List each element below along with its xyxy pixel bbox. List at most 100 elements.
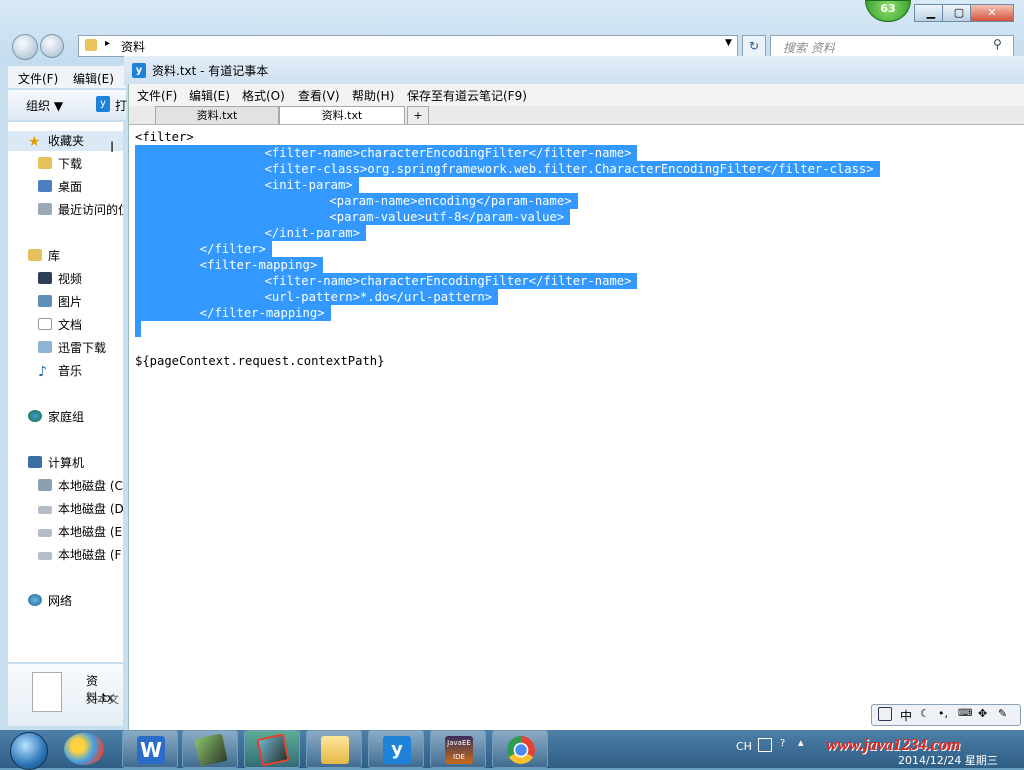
language-indicator[interactable]: CH bbox=[736, 740, 752, 753]
recent-places-icon bbox=[38, 203, 52, 215]
nav-libraries[interactable]: 库 bbox=[28, 246, 60, 266]
ime-tray-icon[interactable] bbox=[758, 738, 772, 752]
close-button[interactable]: ✕ bbox=[970, 4, 1014, 22]
nav-label: 文档 bbox=[58, 318, 83, 332]
video-icon bbox=[38, 272, 52, 284]
line-text: </init-param> bbox=[264, 225, 360, 241]
nav-music[interactable]: ♪ 音乐 bbox=[38, 361, 82, 381]
youdao-icon: y bbox=[96, 96, 110, 112]
punctuation-icon[interactable]: •, bbox=[938, 707, 948, 720]
clock-date[interactable]: 2014/12/24 星期三 bbox=[898, 752, 998, 768]
nav-xunlei[interactable]: 迅雷下载 bbox=[38, 338, 106, 358]
nav-disk-e[interactable]: 本地磁盘 (E bbox=[38, 522, 122, 542]
nav-homegroup[interactable]: 家庭组 bbox=[28, 407, 84, 427]
nav-network[interactable]: 网络 bbox=[28, 591, 72, 611]
line-text: <init-param> bbox=[264, 177, 353, 193]
taskbar-app-youdao[interactable]: y bbox=[368, 730, 424, 768]
menu-edit[interactable]: 编辑(E) bbox=[73, 70, 114, 87]
taskbar-app-javaee[interactable]: JavaEE IDE bbox=[430, 730, 486, 768]
selection-eol bbox=[564, 209, 571, 225]
xunlei-icon bbox=[38, 341, 52, 353]
details-filetype: 文本文 bbox=[86, 693, 119, 706]
details-pane: 资料.tx 文本文 bbox=[8, 664, 123, 726]
pinned-color-icon[interactable] bbox=[64, 733, 104, 765]
nav-computer[interactable]: 计算机 bbox=[28, 453, 84, 473]
back-button[interactable] bbox=[12, 34, 38, 60]
taskbar-app-terminal[interactable] bbox=[182, 730, 238, 768]
menu-save-cloud[interactable]: 保存至有道云笔记(F9) bbox=[407, 87, 527, 104]
nav-pictures[interactable]: 图片 bbox=[38, 292, 82, 312]
tray-expand-icon[interactable]: ▴ bbox=[798, 736, 804, 749]
selection-eol bbox=[873, 161, 880, 177]
menu-format[interactable]: 格式(O) bbox=[242, 87, 285, 104]
nav-label: 家庭组 bbox=[48, 410, 85, 424]
nav-label: 桌面 bbox=[58, 180, 83, 194]
line-text: <filter-name>characterEncodingFilter</fi… bbox=[264, 273, 632, 289]
menu-file[interactable]: 文件(F) bbox=[18, 70, 58, 87]
nav-videos[interactable]: 视频 bbox=[38, 269, 82, 289]
ime-logo-icon[interactable] bbox=[878, 707, 892, 721]
nav-documents[interactable]: 文档 bbox=[38, 315, 82, 335]
selection-eol bbox=[352, 177, 359, 193]
search-placeholder: 搜索 资料 bbox=[783, 41, 835, 55]
tab-file-2-active[interactable]: 资料.txt bbox=[279, 106, 405, 124]
text-editor[interactable]: <filter> <filter-name>characterEncodingFi… bbox=[129, 125, 1024, 730]
keyboard-icon[interactable]: ⌨ bbox=[958, 708, 972, 719]
nav-label: 最近访问的位 bbox=[58, 203, 123, 217]
nav-disk-d[interactable]: 本地磁盘 (D bbox=[38, 499, 123, 519]
text-cursor-icon: I bbox=[110, 140, 115, 156]
start-button[interactable] bbox=[0, 730, 60, 770]
nav-recent[interactable]: 最近访问的位 bbox=[38, 200, 123, 220]
menu-view[interactable]: 查看(V) bbox=[298, 87, 340, 104]
download-folder-icon bbox=[38, 157, 52, 169]
taskbar-app-active[interactable] bbox=[244, 730, 300, 768]
settings-wrench-icon[interactable]: ✎ bbox=[998, 707, 1007, 720]
nav-disk-c[interactable]: 本地磁盘 (C bbox=[38, 476, 123, 496]
address-bar[interactable]: ▸ 资料 ▼ bbox=[78, 35, 738, 57]
notepad-title: 资料.txt - 有道记事本 bbox=[152, 64, 269, 78]
add-tab-button[interactable]: + bbox=[407, 106, 429, 124]
toolbox-icon[interactable]: ✥ bbox=[978, 707, 987, 720]
organize-button[interactable]: 组织 ▼ bbox=[26, 97, 63, 114]
tab-file-1[interactable]: 资料.txt bbox=[155, 106, 279, 124]
wps-writer-icon: W bbox=[137, 736, 165, 764]
navigation-pane: ★ 收藏夹 I 下载 桌面 最近访问的位 库 视频 图片 文档 迅雷下载 ♪ 音乐 … bbox=[8, 122, 123, 662]
selection-indent bbox=[135, 305, 200, 321]
editor-line: </filter> bbox=[135, 241, 272, 257]
line-text: <param-value>utf-8</param-value> bbox=[329, 209, 565, 225]
taskbar-app-explorer[interactable] bbox=[306, 730, 362, 768]
taskbar-app-chrome[interactable] bbox=[492, 730, 548, 768]
search-icon: ⚲ bbox=[993, 37, 1002, 51]
selection-indent bbox=[135, 273, 265, 289]
ime-mode[interactable]: 中 bbox=[900, 707, 912, 724]
menu-help[interactable]: 帮助(H) bbox=[352, 87, 394, 104]
menu-file[interactable]: 文件(F) bbox=[137, 87, 177, 104]
explorer-toolbar: 组织 ▼ y 打 bbox=[8, 90, 127, 120]
nav-label: 库 bbox=[48, 249, 61, 263]
nav-desktop[interactable]: 桌面 bbox=[38, 177, 82, 197]
forward-button[interactable] bbox=[40, 34, 64, 58]
editor-line: <init-param> bbox=[135, 177, 359, 193]
selection-indent bbox=[135, 209, 330, 225]
line-text: </filter-mapping> bbox=[199, 305, 325, 321]
halfwidth-moon-icon[interactable]: ☾ bbox=[920, 707, 930, 720]
nav-label: 视频 bbox=[58, 272, 83, 286]
line-text: <filter-mapping> bbox=[199, 257, 318, 273]
chevron-right-icon: ▸ bbox=[105, 38, 111, 49]
editor-line: <filter-mapping> bbox=[135, 257, 324, 273]
editor-line: <filter-class>org.springframework.web.fi… bbox=[135, 161, 880, 177]
search-input[interactable]: 搜索 资料 ⚲ bbox=[770, 35, 1014, 57]
nav-favorites[interactable]: ★ 收藏夹 bbox=[8, 131, 123, 151]
menu-edit[interactable]: 编辑(E) bbox=[189, 87, 230, 104]
editor-line: </filter-mapping> bbox=[135, 305, 331, 321]
taskbar-app-wps[interactable]: W bbox=[122, 730, 178, 768]
notepad-window: y 资料.txt - 有道记事本 文件(F) 编辑(E) 格式(O) 查看(V)… bbox=[124, 56, 1024, 730]
nav-download[interactable]: 下载 bbox=[38, 154, 82, 174]
nav-disk-f[interactable]: 本地磁盘 (F bbox=[38, 545, 121, 565]
notepad-titlebar: y 资料.txt - 有道记事本 bbox=[124, 56, 1024, 86]
help-icon[interactable]: ? bbox=[780, 738, 785, 749]
selection-indent bbox=[135, 241, 200, 257]
selection-eol bbox=[324, 305, 331, 321]
refresh-icon[interactable]: ↻ bbox=[742, 35, 766, 57]
chevron-down-icon[interactable]: ▼ bbox=[725, 38, 732, 48]
